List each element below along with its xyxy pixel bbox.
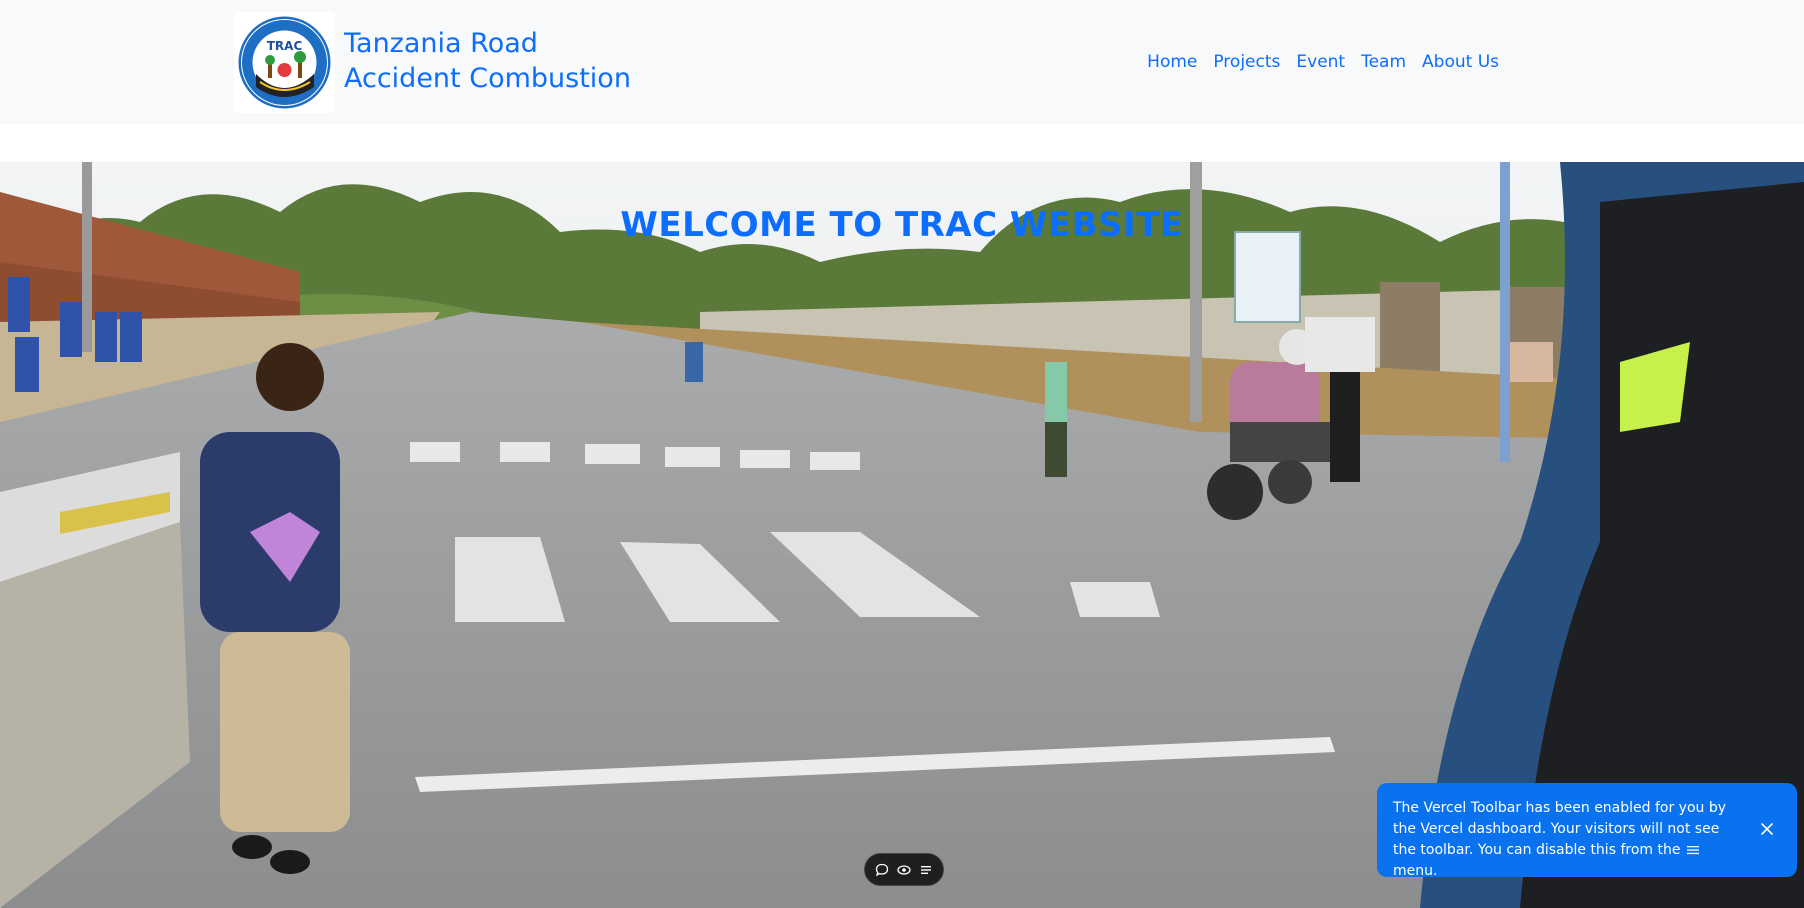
trac-logo-icon: TRAC [238, 16, 331, 109]
site-header: TRAC Tanzania Road Accident Combustion H… [0, 0, 1804, 124]
brand-line-2: Accident Combustion [344, 63, 631, 94]
eye-icon[interactable] [895, 861, 913, 879]
nav-about-us[interactable]: About Us [1422, 50, 1499, 74]
vercel-toolbar-toast: The Vercel Toolbar has been enabled for … [1377, 783, 1797, 879]
toast-message-part-2: menu. [1393, 863, 1438, 879]
menu-icon[interactable] [917, 861, 935, 879]
nav-projects[interactable]: Projects [1213, 50, 1280, 74]
nav-event[interactable]: Event [1296, 50, 1345, 74]
site-brand[interactable]: Tanzania Road Accident Combustion [344, 26, 631, 96]
nav-team[interactable]: Team [1361, 50, 1406, 74]
menu-icon [1686, 846, 1699, 855]
hero-title: WELCOME TO TRAC WEBSITE [620, 204, 1184, 245]
main-nav: Home Projects Event Team About Us [1147, 50, 1499, 74]
nav-home[interactable]: Home [1147, 50, 1197, 74]
toast-message-part-1: The Vercel Toolbar has been enabled for … [1393, 800, 1727, 858]
svg-text:TRAC: TRAC [267, 39, 303, 53]
comment-icon[interactable] [873, 861, 891, 879]
logo-link[interactable]: TRAC [234, 12, 335, 113]
close-icon[interactable] [1759, 821, 1775, 837]
brand-line-1: Tanzania Road [344, 28, 538, 59]
vercel-toolbar[interactable] [865, 854, 943, 885]
